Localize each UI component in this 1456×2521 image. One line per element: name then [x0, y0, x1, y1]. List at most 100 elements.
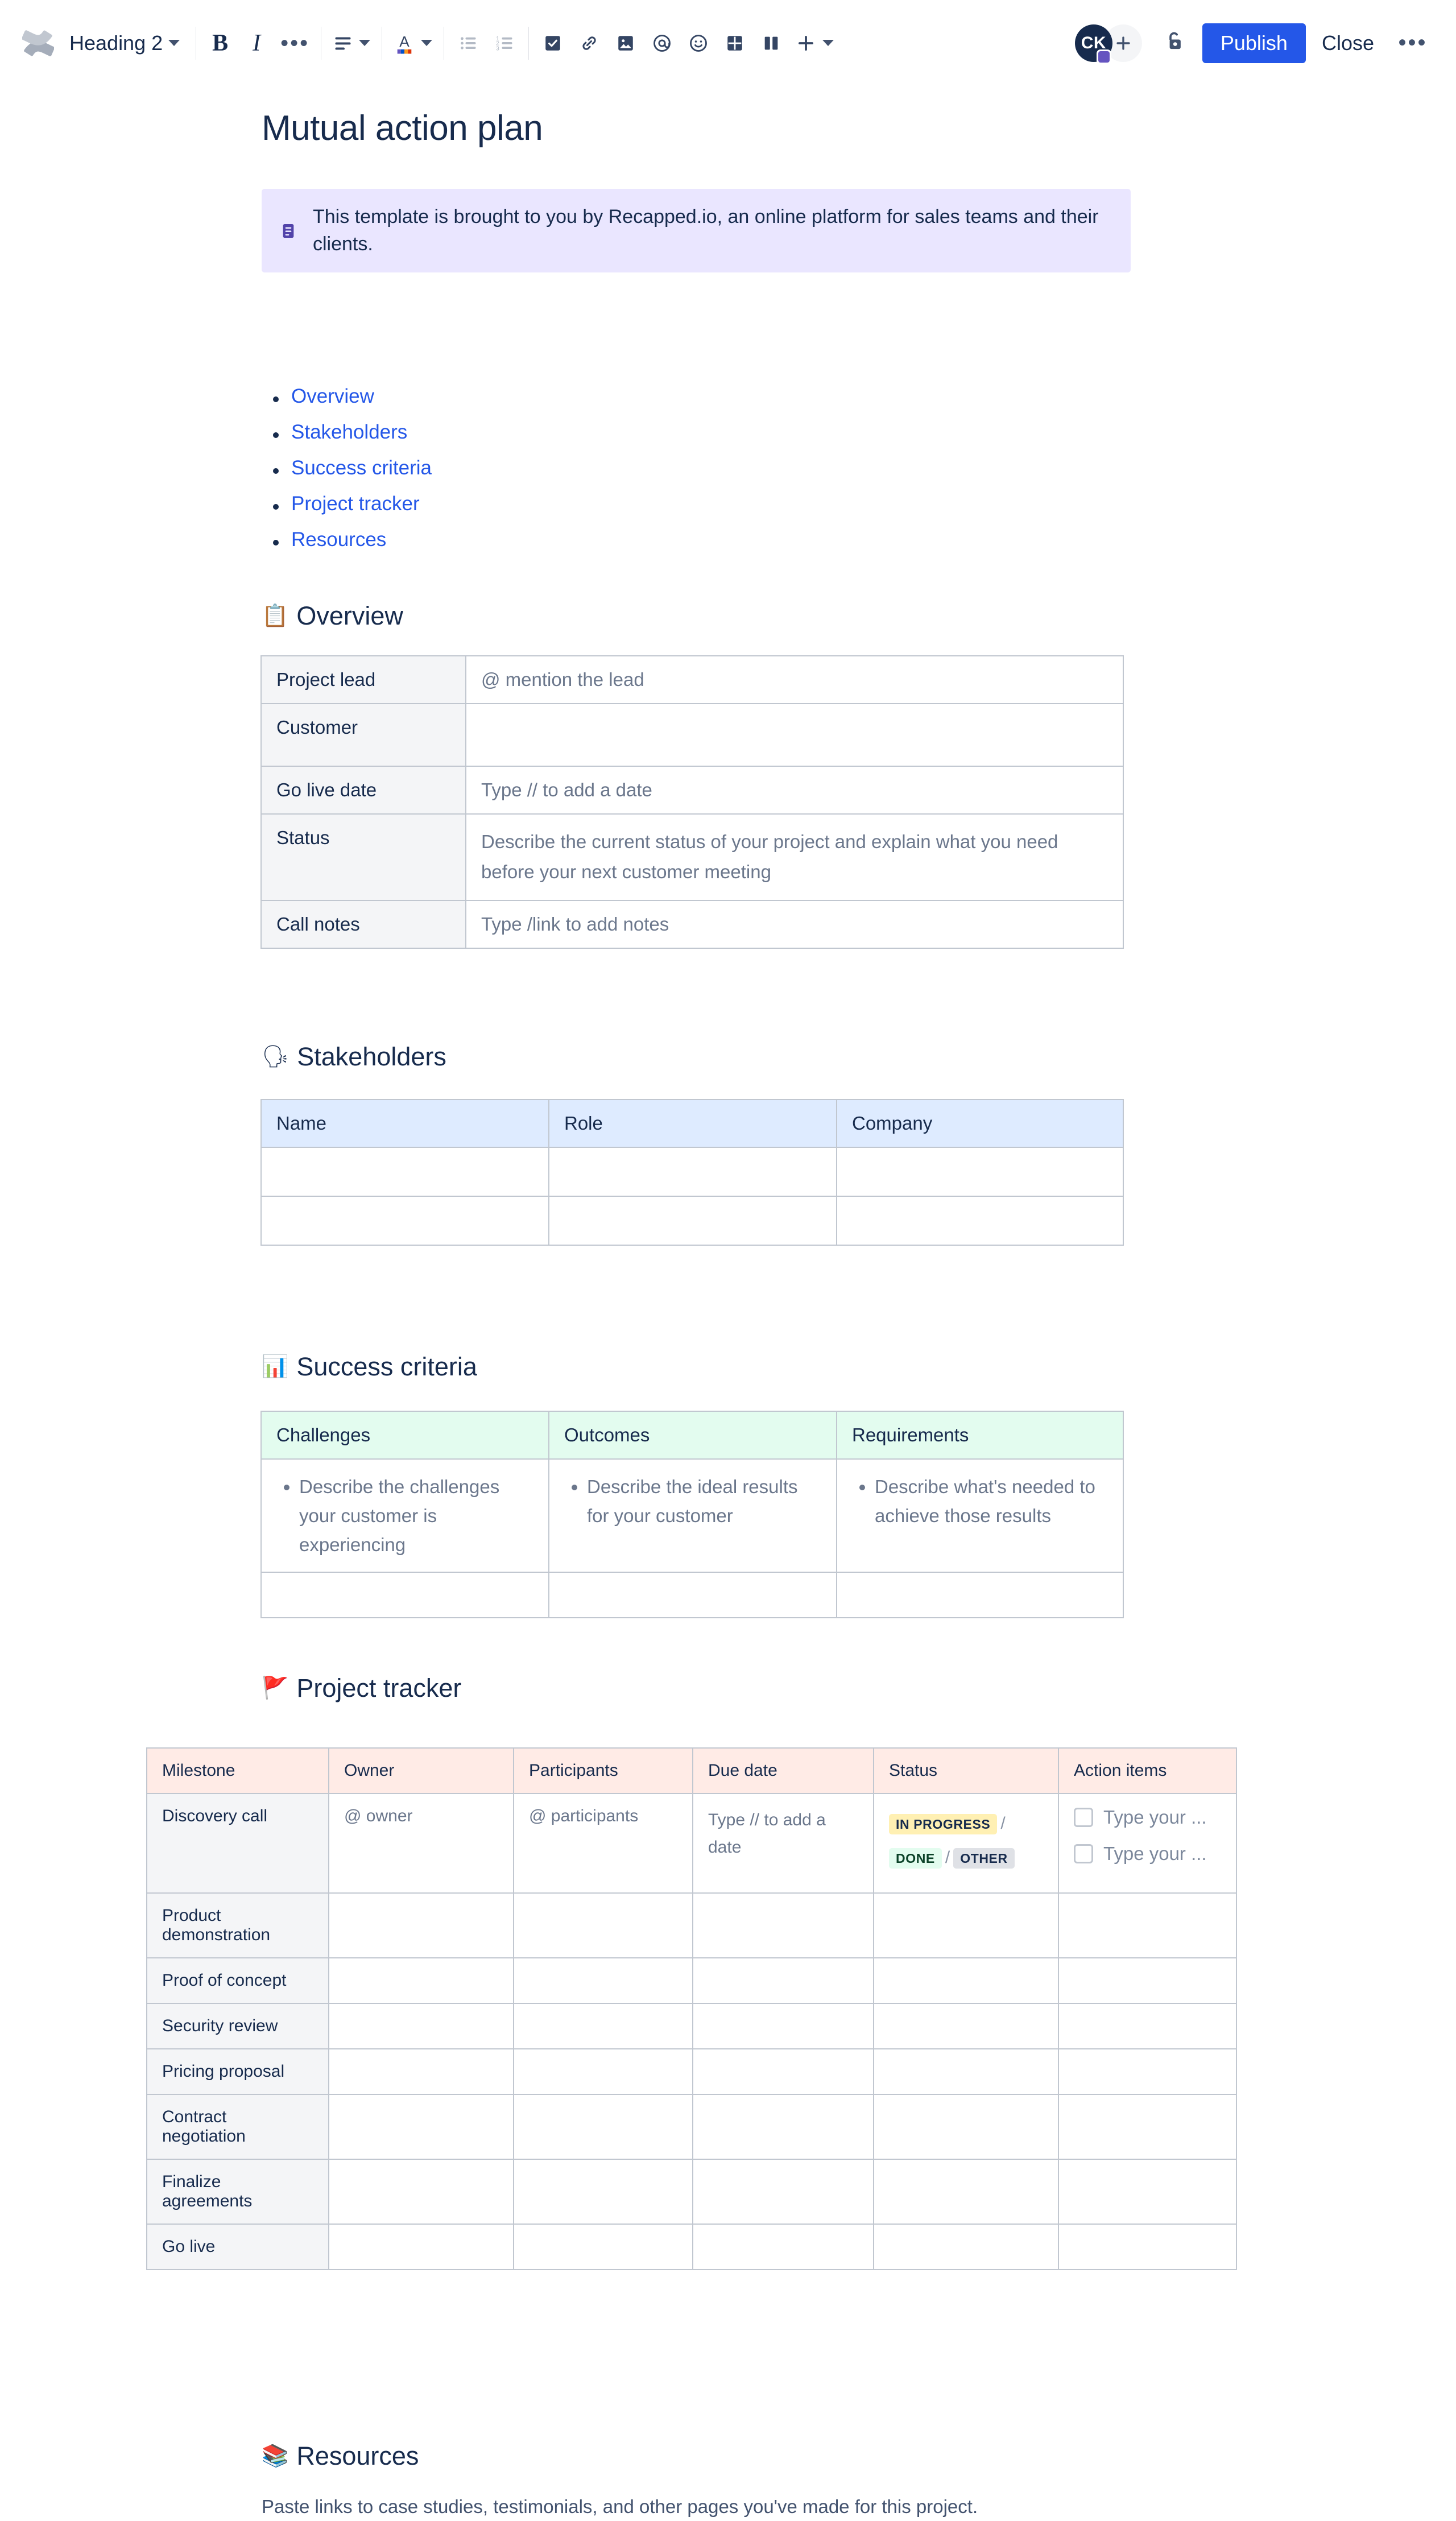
- image-button[interactable]: [607, 25, 644, 61]
- section-title: Stakeholders: [297, 1042, 446, 1071]
- stakeholders-cell[interactable]: [548, 1147, 837, 1197]
- success-cell[interactable]: [548, 1572, 837, 1619]
- tracker-status-cell[interactable]: [873, 2224, 1059, 2270]
- toc-link-stakeholders[interactable]: Stakeholders: [291, 421, 407, 443]
- status-badge-in-progress[interactable]: IN PROGRESS: [889, 1813, 998, 1835]
- confluence-logo[interactable]: [19, 24, 57, 62]
- tracker-action-items-cell[interactable]: Type your ... Type your ...: [1058, 1793, 1237, 1894]
- overview-value-call-notes[interactable]: Type /link to add notes: [465, 899, 1124, 949]
- more-formatting-button[interactable]: •••: [275, 25, 315, 61]
- overview-value-go-live-date[interactable]: Type // to add a date: [465, 766, 1124, 815]
- tracker-due-date-cell[interactable]: [692, 2003, 874, 2049]
- success-cell[interactable]: [836, 1572, 1124, 1619]
- stakeholders-cell[interactable]: [836, 1147, 1124, 1197]
- tracker-action-items-cell[interactable]: [1058, 2003, 1237, 2049]
- tracker-due-date-cell[interactable]: [692, 2159, 874, 2225]
- numbered-list-button[interactable]: 1 2 3: [486, 25, 523, 61]
- tracker-owner-cell[interactable]: [328, 1957, 514, 2004]
- tracker-action-items-cell[interactable]: [1058, 2224, 1237, 2270]
- tracker-action-items-cell[interactable]: [1058, 1957, 1237, 2004]
- success-cell-outcomes[interactable]: Describe the ideal results for your cust…: [548, 1458, 837, 1573]
- action-item[interactable]: Type your ...: [1074, 1807, 1221, 1828]
- bold-button[interactable]: B: [202, 25, 238, 61]
- task-list-button[interactable]: [535, 25, 571, 61]
- project-tracker-table[interactable]: Milestone Owner Participants Due date St…: [146, 1747, 1237, 2270]
- page-title[interactable]: Mutual action plan: [262, 108, 543, 148]
- success-cell-requirements[interactable]: Describe what's needed to achieve those …: [836, 1458, 1124, 1573]
- tracker-action-items-cell[interactable]: [1058, 2048, 1237, 2095]
- insert-more-button[interactable]: [789, 25, 839, 61]
- tracker-participants-cell[interactable]: [513, 2048, 693, 2095]
- tracker-status-cell[interactable]: [873, 1957, 1059, 2004]
- status-badge-done[interactable]: DONE: [889, 1848, 942, 1869]
- page-restrictions-button[interactable]: [1155, 23, 1194, 63]
- tracker-participants-cell[interactable]: [513, 2224, 693, 2270]
- text-style-select[interactable]: Heading 2: [57, 25, 190, 61]
- emoji-button[interactable]: [680, 25, 717, 61]
- tracker-participants-cell[interactable]: [513, 1957, 693, 2004]
- stakeholders-cell[interactable]: [548, 1196, 837, 1246]
- tracker-status-cell[interactable]: [873, 2003, 1059, 2049]
- layout-button[interactable]: [753, 25, 789, 61]
- success-criteria-table[interactable]: Challenges Outcomes Requirements Describ…: [260, 1411, 1124, 1619]
- overview-value-project-lead[interactable]: @ mention the lead: [465, 655, 1124, 704]
- stakeholders-cell[interactable]: [260, 1196, 549, 1246]
- toc-link-project-tracker[interactable]: Project tracker: [291, 493, 420, 515]
- bullet-list-button[interactable]: [450, 25, 486, 61]
- success-cell-challenges[interactable]: Describe the challenges your customer is…: [260, 1458, 549, 1573]
- stakeholders-cell[interactable]: [260, 1147, 549, 1197]
- image-icon: [616, 34, 635, 53]
- status-badge-other[interactable]: OTHER: [953, 1848, 1015, 1869]
- table-button[interactable]: [717, 25, 753, 61]
- tracker-owner-cell[interactable]: [328, 1892, 514, 1958]
- action-item[interactable]: Type your ...: [1074, 1843, 1221, 1865]
- close-button[interactable]: Close: [1306, 23, 1390, 63]
- toc-link-overview[interactable]: Overview: [291, 385, 374, 407]
- tracker-due-date-cell[interactable]: [692, 2094, 874, 2160]
- tracker-status-cell[interactable]: [873, 2048, 1059, 2095]
- tracker-due-date-cell[interactable]: [692, 2224, 874, 2270]
- tracker-status-cell[interactable]: [873, 1892, 1059, 1958]
- toc-link-success-criteria[interactable]: Success criteria: [291, 457, 432, 479]
- tracker-status-cell[interactable]: IN PROGRESS/DONE / OTHER: [873, 1793, 1059, 1894]
- tracker-owner-cell[interactable]: [328, 2003, 514, 2049]
- more-options-button[interactable]: •••: [1390, 23, 1436, 63]
- tracker-owner-cell[interactable]: [328, 2094, 514, 2160]
- tracker-due-date-cell[interactable]: [692, 2048, 874, 2095]
- tracker-due-date-cell[interactable]: [692, 1957, 874, 2004]
- tracker-participants-cell[interactable]: @ participants: [513, 1793, 693, 1894]
- tracker-due-date-cell[interactable]: Type // to add a date: [692, 1793, 874, 1894]
- overview-table[interactable]: Project lead @ mention the lead Customer…: [260, 655, 1124, 949]
- publish-button[interactable]: Publish: [1202, 23, 1306, 63]
- tracker-participants-cell[interactable]: [513, 1892, 693, 1958]
- tracker-owner-cell[interactable]: [328, 2224, 514, 2270]
- tracker-due-date-cell[interactable]: [692, 1892, 874, 1958]
- tracker-owner-cell[interactable]: [328, 2048, 514, 2095]
- toc-link-resources[interactable]: Resources: [291, 528, 386, 551]
- tracker-action-items-cell[interactable]: [1058, 1892, 1237, 1958]
- text-color-button[interactable]: A: [388, 25, 438, 61]
- avatar[interactable]: CK: [1074, 24, 1112, 64]
- overview-value-status[interactable]: Describe the current status of your proj…: [465, 813, 1124, 901]
- tracker-owner-cell[interactable]: @ owner: [328, 1793, 514, 1894]
- checkbox-icon[interactable]: [1074, 1808, 1093, 1827]
- success-cell[interactable]: [260, 1572, 549, 1619]
- tracker-participants-cell[interactable]: [513, 2159, 693, 2225]
- table-row: [260, 1196, 1124, 1246]
- info-panel[interactable]: This template is brought to you by Recap…: [262, 189, 1131, 273]
- overview-value-customer[interactable]: [465, 703, 1124, 767]
- tracker-participants-cell[interactable]: [513, 2094, 693, 2160]
- text-align-button[interactable]: [327, 25, 376, 61]
- tracker-status-cell[interactable]: [873, 2159, 1059, 2225]
- italic-button[interactable]: I: [238, 25, 275, 61]
- tracker-action-items-cell[interactable]: [1058, 2094, 1237, 2160]
- stakeholders-table[interactable]: Name Role Company: [260, 1099, 1124, 1246]
- stakeholders-cell[interactable]: [836, 1196, 1124, 1246]
- link-button[interactable]: [571, 25, 607, 61]
- tracker-action-items-cell[interactable]: [1058, 2159, 1237, 2225]
- tracker-owner-cell[interactable]: [328, 2159, 514, 2225]
- tracker-participants-cell[interactable]: [513, 2003, 693, 2049]
- checkbox-icon[interactable]: [1074, 1844, 1093, 1863]
- tracker-status-cell[interactable]: [873, 2094, 1059, 2160]
- mention-button[interactable]: [644, 25, 680, 61]
